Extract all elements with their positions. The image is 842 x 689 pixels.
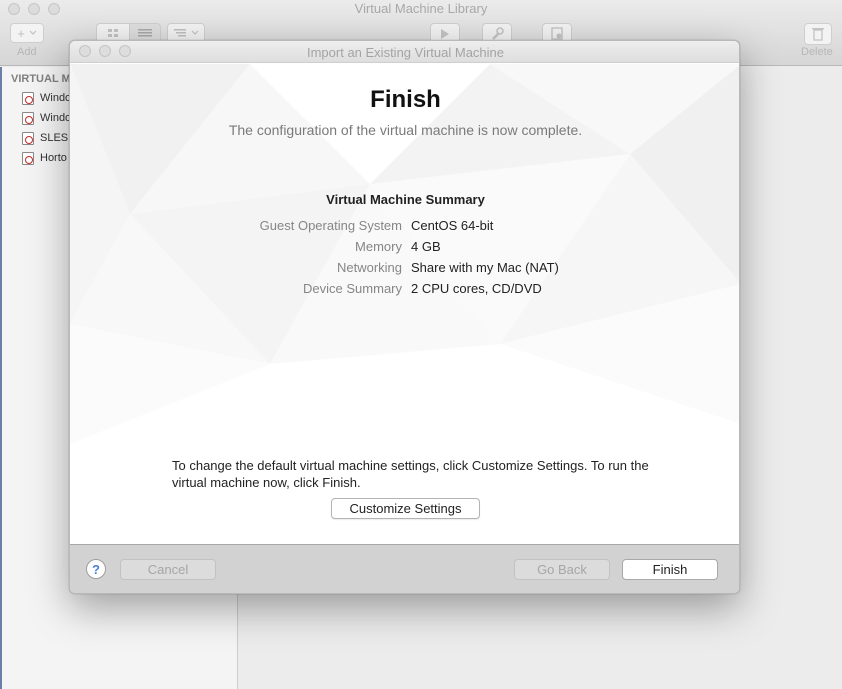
vm-icon bbox=[22, 91, 34, 105]
dialog-title: Import an Existing Virtual Machine bbox=[306, 45, 505, 60]
cancel-button[interactable]: Cancel bbox=[120, 559, 216, 580]
help-icon: ? bbox=[92, 561, 100, 577]
list-view-icon bbox=[138, 29, 152, 37]
sidebar-item-vm[interactable]: SLES bbox=[22, 130, 68, 146]
sidebar-item-label: Horto bbox=[40, 152, 67, 164]
wrench-icon bbox=[492, 27, 504, 40]
summary-title: Virtual Machine Summary bbox=[326, 192, 485, 207]
finish-button[interactable]: Finish bbox=[622, 559, 718, 580]
summary-value: Share with my Mac (NAT) bbox=[411, 260, 559, 275]
summary-row-memory: Memory 4 GB bbox=[70, 239, 739, 257]
sidebar-item-vm[interactable]: Horto bbox=[22, 150, 67, 166]
add-button-label: Add bbox=[17, 46, 37, 58]
customize-settings-button[interactable]: Customize Settings bbox=[331, 498, 480, 519]
sidebar-header: VIRTUAL M bbox=[11, 73, 71, 85]
help-button[interactable]: ? bbox=[86, 559, 106, 579]
summary-label: Guest Operating System bbox=[259, 218, 402, 233]
snapshot-icon bbox=[551, 27, 563, 40]
dialog-footer: ? Cancel Go Back Finish bbox=[70, 544, 739, 593]
sort-icon bbox=[173, 29, 186, 37]
sidebar-item-label: Windo bbox=[40, 92, 72, 104]
import-dialog: Import an Existing Virtual Machine Finis… bbox=[69, 40, 740, 594]
chevron-down-icon bbox=[29, 30, 37, 35]
play-icon bbox=[441, 29, 449, 39]
summary-label: Memory bbox=[355, 239, 402, 254]
add-icon: + bbox=[17, 25, 25, 41]
customize-hint-text: To change the default virtual machine se… bbox=[172, 458, 649, 490]
summary-row-guest-os: Guest Operating System CentOS 64-bit bbox=[70, 218, 739, 236]
vm-icon bbox=[22, 111, 34, 125]
sidebar-item-vm[interactable]: Windo bbox=[22, 110, 71, 126]
dialog-titlebar: Import an Existing Virtual Machine bbox=[70, 41, 739, 63]
add-button[interactable]: + bbox=[10, 23, 44, 43]
dialog-body: Finish The configuration of the virtual … bbox=[70, 64, 739, 544]
grid-view-icon bbox=[108, 29, 118, 37]
sidebar-item-label: Windo bbox=[40, 112, 72, 124]
summary-value: 2 CPU cores, CD/DVD bbox=[411, 281, 542, 296]
vm-icon bbox=[22, 151, 34, 165]
delete-button-label: Delete bbox=[801, 46, 833, 58]
sidebar-item-label: SLES bbox=[40, 132, 69, 144]
summary-row-device-summary: Device Summary 2 CPU cores, CD/DVD bbox=[70, 281, 739, 299]
delete-button[interactable] bbox=[804, 23, 832, 45]
page-subtitle: The configuration of the virtual machine… bbox=[228, 122, 583, 138]
sidebar-item-vm[interactable]: Windo bbox=[22, 90, 71, 106]
library-window-title: Virtual Machine Library bbox=[354, 1, 488, 16]
summary-label: Device Summary bbox=[303, 281, 402, 296]
go-back-button[interactable]: Go Back bbox=[514, 559, 610, 580]
vm-icon bbox=[22, 131, 34, 145]
page-title: Finish bbox=[370, 86, 441, 113]
summary-value: CentOS 64-bit bbox=[411, 218, 494, 233]
trash-icon bbox=[812, 28, 824, 41]
summary-label: Networking bbox=[336, 260, 402, 275]
chevron-down-icon bbox=[191, 30, 198, 35]
summary-value: 4 GB bbox=[411, 239, 441, 254]
summary-row-networking: Networking Share with my Mac (NAT) bbox=[70, 260, 739, 278]
